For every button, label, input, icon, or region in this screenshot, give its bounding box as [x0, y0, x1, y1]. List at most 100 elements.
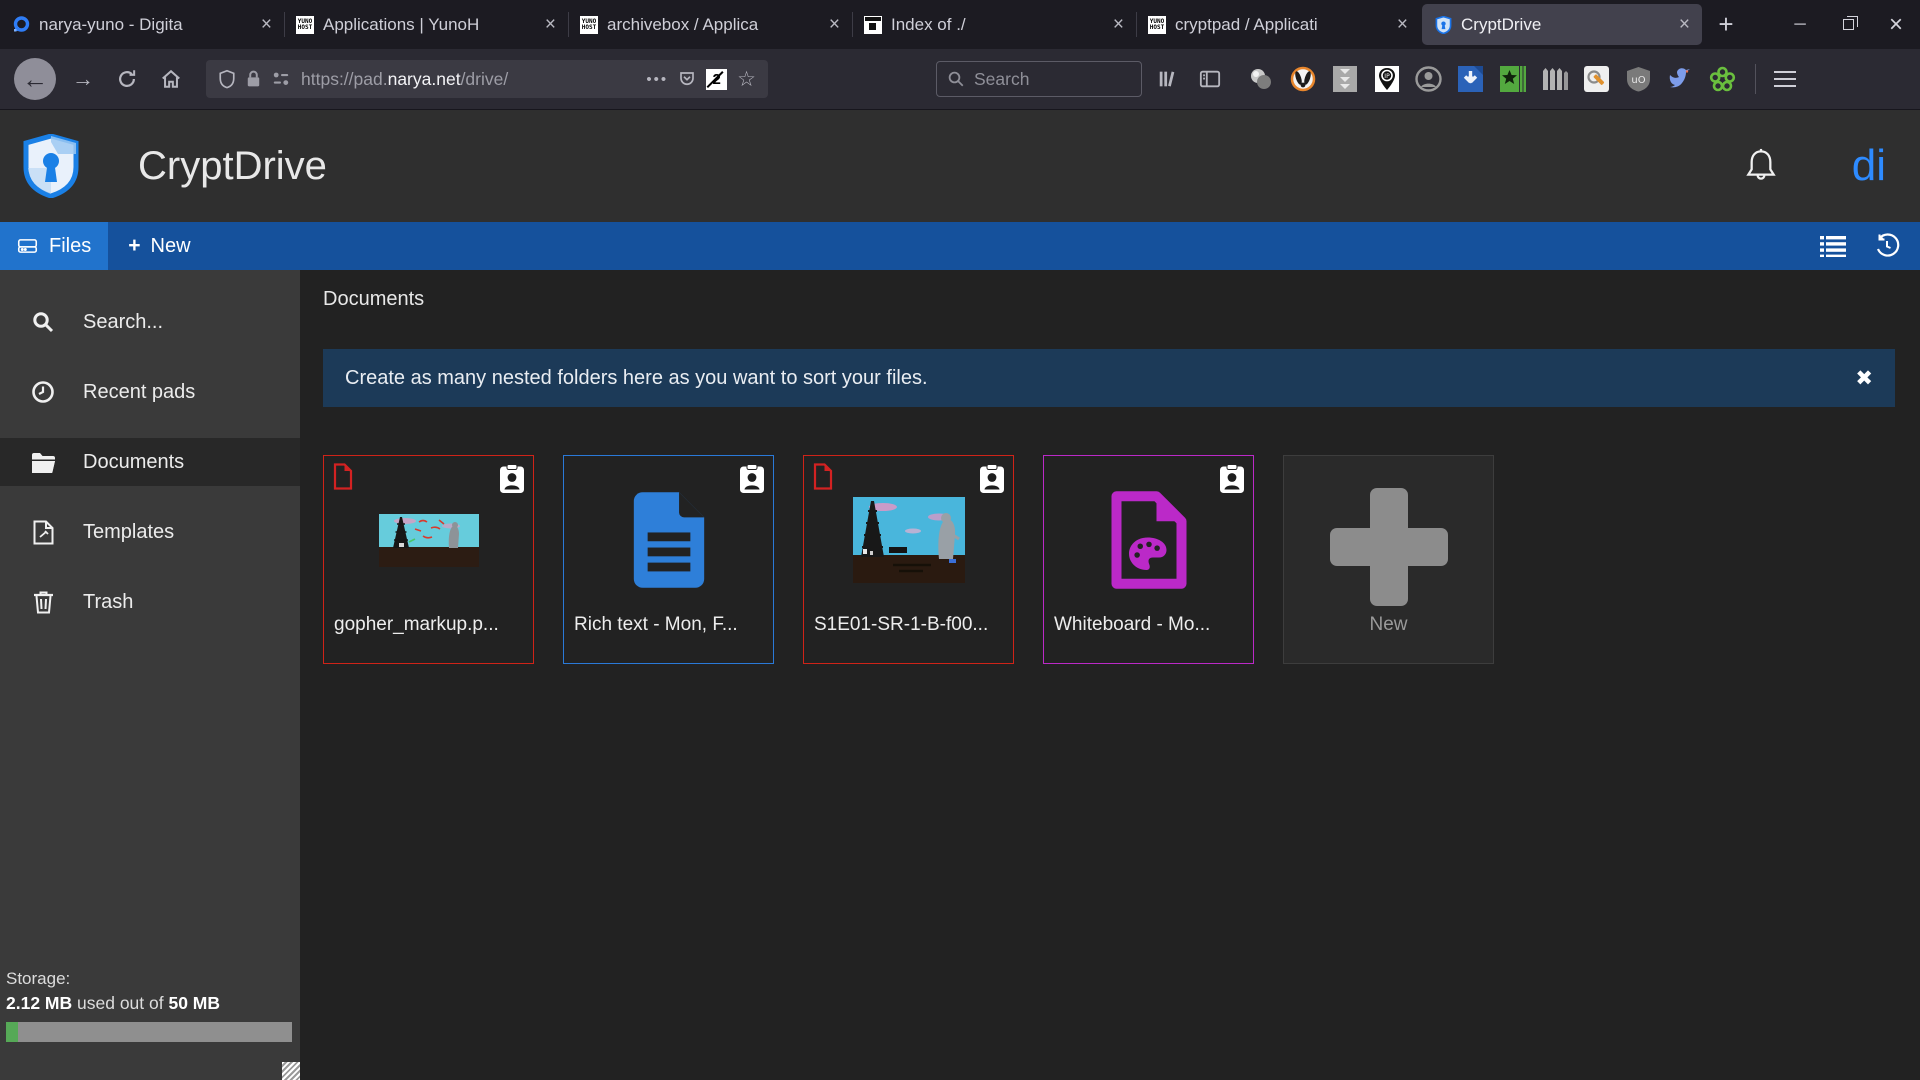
cryptpad-shield-icon [1434, 16, 1452, 34]
yunohost-icon: YUNOHOST [1148, 16, 1166, 34]
tab-close-icon[interactable]: × [1397, 15, 1408, 34]
list-view-icon[interactable] [1820, 235, 1846, 257]
banner-close-icon[interactable]: ✖ [1855, 366, 1873, 391]
storage-meter: Storage: 2.12 MB used out of 50 MB [6, 969, 292, 1042]
back-button[interactable]: ← [14, 58, 56, 100]
permissions-icon[interactable] [271, 71, 291, 87]
user-account-menu[interactable]: di [1852, 141, 1886, 191]
ublock-origin-icon[interactable]: uO [1624, 65, 1653, 94]
sidebar-item-label: Recent pads [83, 381, 195, 404]
tab-cryptpad-app[interactable]: YUNOHOST cryptpad / Applicati × [1136, 0, 1420, 49]
hint-banner-text: Create as many nested folders here as yo… [345, 367, 928, 390]
tab-close-icon[interactable]: × [1113, 15, 1124, 34]
browser-tab-bar: narya-yuno - Digita × YUNOHOST Applicati… [0, 0, 1920, 49]
sidebar-item-label: Documents [83, 451, 184, 474]
tab-title: Index of ./ [891, 15, 1104, 35]
cryptpad-logo-icon [22, 134, 80, 198]
tab-archivebox[interactable]: YUNOHOST archivebox / Applica × [568, 0, 852, 49]
file-card-whiteboard[interactable]: Whiteboard - Mo... [1043, 455, 1254, 664]
library-icon[interactable] [1152, 63, 1184, 95]
file-card-rich-text[interactable]: Rich text - Mon, F... [563, 455, 774, 664]
containers-icon[interactable] [1246, 65, 1275, 94]
sidebar-item-documents[interactable]: Documents [0, 438, 300, 486]
tab-close-icon[interactable]: × [829, 15, 840, 34]
file-grid: gopher_markup.p... [323, 455, 1920, 664]
new-pad-button[interactable]: + New [108, 222, 210, 270]
account-circle-icon[interactable] [1414, 65, 1443, 94]
extensions-row: IP uO [1246, 65, 1737, 94]
sort-arrows-icon[interactable] [1330, 65, 1359, 94]
storage-heading: Storage: [6, 969, 292, 989]
window-minimize-button[interactable]: ─ [1776, 0, 1824, 49]
ip-pin-icon[interactable]: IP [1372, 65, 1401, 94]
page-actions-more-icon[interactable]: ••• [646, 71, 668, 88]
new-tab-button[interactable]: + [1704, 0, 1748, 49]
twitter-bird-icon[interactable] [1666, 65, 1695, 94]
file-name: gopher_markup.p... [334, 614, 525, 636]
hint-banner: Create as many nested folders here as yo… [323, 349, 1895, 407]
search-icon [947, 70, 965, 88]
sidebar-item-templates[interactable]: Templates [0, 508, 300, 556]
privacy-badger-icon[interactable] [1288, 65, 1317, 94]
sidebars-icon[interactable] [1194, 63, 1226, 95]
menu-hamburger-icon[interactable] [1774, 71, 1796, 88]
url-bar[interactable]: https://pad.narya.net/drive/ ••• 2 ☆ [206, 60, 768, 98]
home-button[interactable] [154, 62, 188, 96]
url-text[interactable]: https://pad.narya.net/drive/ [301, 69, 636, 90]
sidebar-item-recent-pads[interactable]: Recent pads [0, 368, 300, 416]
sidebar-item-trash[interactable]: Trash [0, 578, 300, 626]
file-thumbnail [804, 466, 1013, 614]
plus-icon: + [128, 234, 140, 258]
sidebar-resize-grip[interactable] [282, 1062, 300, 1080]
window-close-button[interactable]: × [1872, 0, 1920, 49]
lock-icon[interactable] [246, 70, 261, 88]
pocket-icon[interactable] [678, 70, 696, 88]
tab-close-icon[interactable]: × [1679, 15, 1690, 34]
tab-narya-yuno[interactable]: narya-yuno - Digita × [0, 0, 284, 49]
fence-icon[interactable] [1540, 65, 1569, 94]
tab-title: CryptDrive [1461, 15, 1670, 35]
file-card-gopher-markup[interactable]: gopher_markup.p... [323, 455, 534, 664]
tab-cryptdrive-active[interactable]: CryptDrive × [1422, 4, 1702, 45]
template-icon [30, 520, 56, 545]
history-icon[interactable] [1874, 233, 1900, 259]
sidebar-item-search[interactable]: Search... [0, 298, 300, 346]
notifications-bell-icon[interactable] [1742, 146, 1780, 186]
sidebar-item-label: Templates [83, 521, 174, 544]
notes-pencil-icon[interactable] [1582, 65, 1611, 94]
tab-title: Applications | YunoH [323, 15, 536, 35]
cryptdrive-header: CryptDrive di [0, 110, 1920, 222]
directory-index-icon [864, 16, 882, 34]
extension-page-action-icon[interactable]: 2 [706, 69, 727, 90]
plus-icon [1284, 466, 1493, 614]
tab-index-of[interactable]: Index of ./ × [852, 0, 1136, 49]
tab-applications-yunohost[interactable]: YUNOHOST Applications | YunoH × [284, 0, 568, 49]
forward-button[interactable]: → [66, 62, 100, 96]
drive-sidebar: Search... Recent pads Documents Template… [0, 270, 300, 1080]
browser-nav-toolbar: ← → https://pad.narya.net/drive/ ••• 2 ☆ [0, 49, 1920, 110]
storage-progress-track [6, 1022, 292, 1042]
folder-heading: Documents [323, 288, 1920, 311]
storage-progress-fill [6, 1022, 18, 1042]
files-tab-button[interactable]: Files [0, 222, 108, 270]
tab-close-icon[interactable]: × [545, 15, 556, 34]
file-card-s1e01[interactable]: S1E01-SR-1-B-f00... [803, 455, 1014, 664]
restore-icon [1843, 19, 1854, 30]
bookmark-star-toggle-icon[interactable]: ☆ [737, 67, 756, 92]
toolbar-divider [1755, 64, 1756, 94]
window-restore-button[interactable] [1824, 0, 1872, 49]
bookmark-star-icon[interactable] [1498, 65, 1527, 94]
new-label: New [151, 235, 191, 258]
search-box[interactable]: Search [936, 61, 1142, 97]
reload-button[interactable] [110, 62, 144, 96]
tracking-protection-shield-icon[interactable] [218, 69, 236, 89]
video-downloader-icon[interactable] [1456, 65, 1485, 94]
yunohost-icon: YUNOHOST [580, 16, 598, 34]
tab-close-icon[interactable]: × [261, 15, 272, 34]
sidebar-item-label: Trash [83, 591, 133, 614]
tab-title: narya-yuno - Digita [39, 15, 252, 35]
new-file-tile[interactable]: New [1283, 455, 1494, 664]
trash-icon [30, 590, 56, 614]
rich-text-pad-icon [564, 466, 773, 614]
green-flower-icon[interactable] [1708, 65, 1737, 94]
